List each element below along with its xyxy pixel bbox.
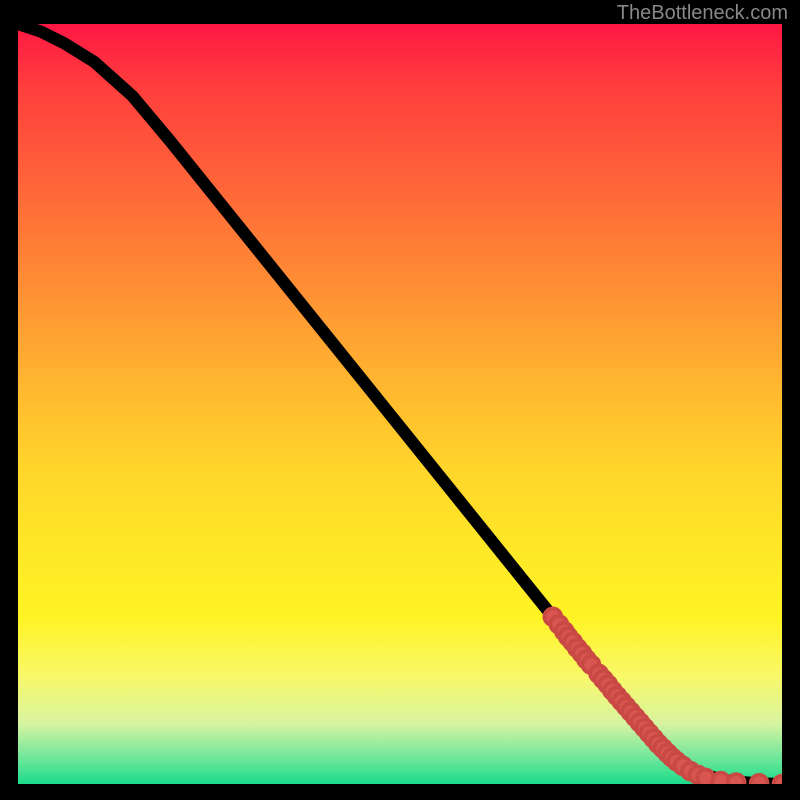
chart-svg xyxy=(18,24,782,784)
watermark-text: TheBottleneck.com xyxy=(617,2,788,25)
data-points-group xyxy=(544,608,782,784)
data-point xyxy=(751,775,768,784)
data-point xyxy=(774,776,782,784)
chart-plot-area xyxy=(18,24,782,784)
bottleneck-curve-line xyxy=(18,24,782,784)
data-point xyxy=(728,774,745,784)
